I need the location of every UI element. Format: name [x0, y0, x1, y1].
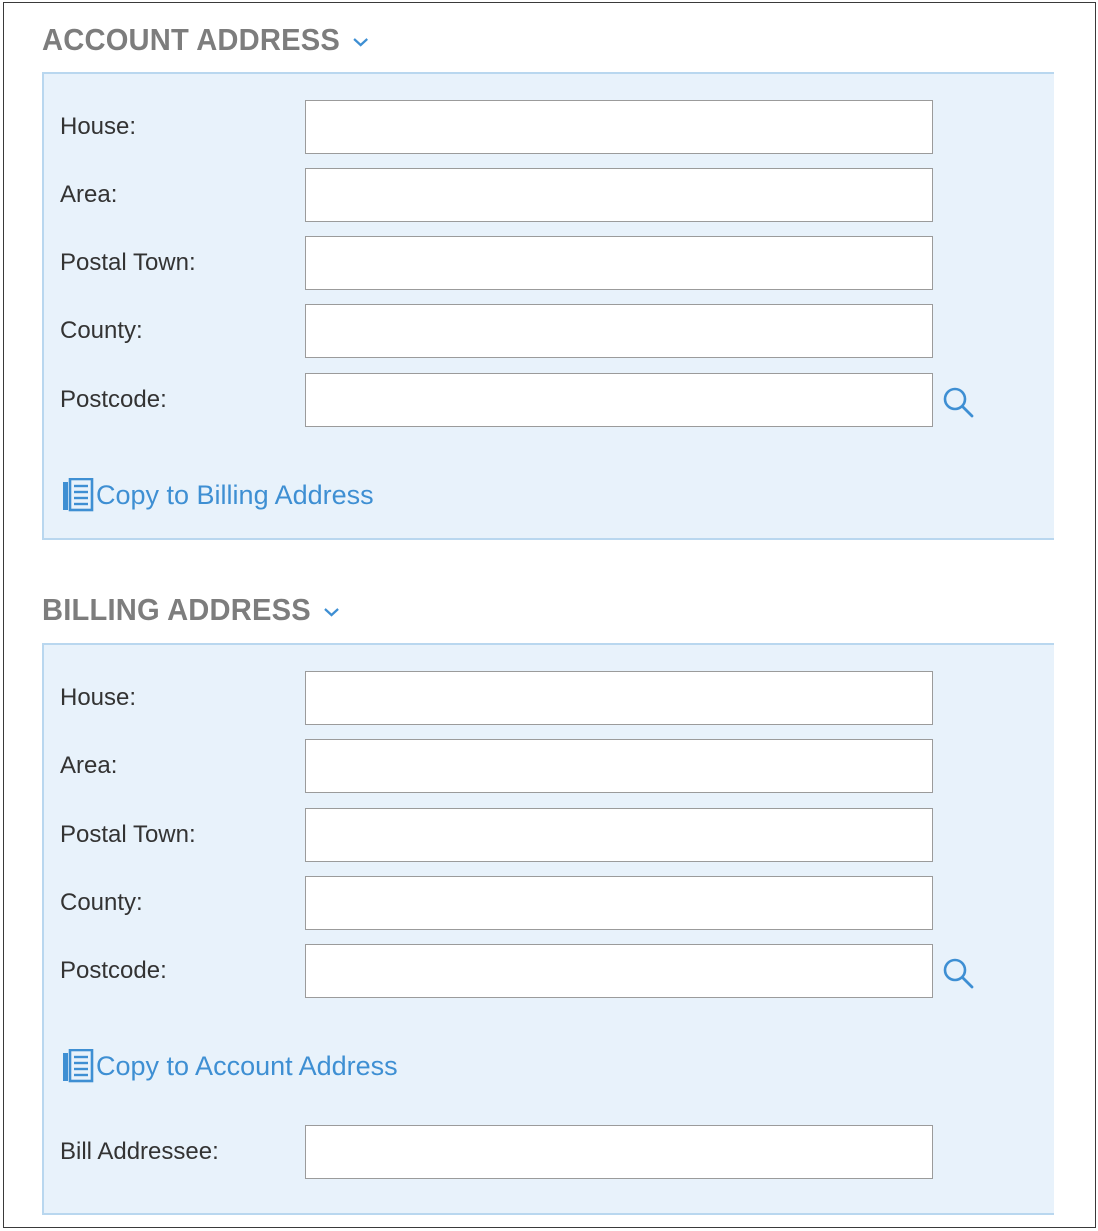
billing-address-title: BILLING ADDRESS [42, 592, 311, 627]
billing-postal-town-row: Postal Town: [44, 808, 1054, 862]
account-house-row: House: [44, 100, 1054, 154]
account-area-label: Area: [60, 181, 118, 208]
account-house-label: House: [60, 113, 137, 140]
copy-icon [63, 1049, 94, 1083]
chevron-down-icon[interactable] [322, 606, 341, 618]
bill-addressee-label: Bill Addressee: [60, 1138, 219, 1165]
billing-postcode-input[interactable] [305, 944, 933, 998]
billing-area-input[interactable] [305, 739, 933, 793]
account-address-panel: House: Area: Postal Town: County: Postco… [42, 72, 1054, 540]
billing-postcode-row: Postcode: [44, 944, 1054, 998]
account-address-title: ACCOUNT ADDRESS [42, 22, 341, 57]
account-postcode-input[interactable] [305, 373, 933, 427]
billing-county-row: County: [44, 876, 1054, 930]
copy-to-account-label: Copy to Account Address [96, 1050, 398, 1081]
copy-to-billing-label: Copy to Billing Address [96, 479, 374, 510]
account-county-row: County: [44, 304, 1054, 358]
account-county-label: County: [60, 317, 143, 344]
chevron-down-icon[interactable] [351, 36, 370, 48]
account-address-header[interactable]: ACCOUNT ADDRESS [42, 22, 370, 58]
account-postal-town-label: Postal Town: [60, 249, 196, 276]
billing-house-row: House: [44, 671, 1054, 725]
copy-to-account-link[interactable]: Copy to Account Address [62, 1049, 398, 1083]
billing-postcode-label: Postcode: [60, 957, 167, 984]
billing-area-row: Area: [44, 739, 1054, 793]
billing-county-label: County: [60, 889, 143, 916]
billing-county-input[interactable] [305, 876, 933, 930]
account-postcode-label: Postcode: [60, 386, 167, 413]
account-house-input[interactable] [305, 100, 933, 154]
search-icon[interactable] [940, 956, 976, 992]
account-postcode-row: Postcode: [44, 373, 1054, 427]
billing-postal-town-label: Postal Town: [60, 821, 196, 848]
bill-addressee-input[interactable] [305, 1125, 933, 1179]
billing-house-label: House: [60, 684, 137, 711]
account-county-input[interactable] [305, 304, 933, 358]
search-icon[interactable] [940, 385, 976, 421]
billing-area-label: Area: [60, 752, 118, 779]
billing-address-header[interactable]: BILLING ADDRESS [42, 592, 341, 628]
billing-house-input[interactable] [305, 671, 933, 725]
copy-icon [63, 478, 94, 512]
account-postal-town-input[interactable] [305, 236, 933, 290]
bill-addressee-row: Bill Addressee: [44, 1125, 1054, 1179]
account-area-input[interactable] [305, 168, 933, 222]
billing-postal-town-input[interactable] [305, 808, 933, 862]
account-postal-town-row: Postal Town: [44, 236, 1054, 290]
copy-to-billing-link[interactable]: Copy to Billing Address [62, 478, 374, 512]
account-area-row: Area: [44, 168, 1054, 222]
billing-address-panel: House: Area: Postal Town: County: Postco… [42, 643, 1054, 1215]
